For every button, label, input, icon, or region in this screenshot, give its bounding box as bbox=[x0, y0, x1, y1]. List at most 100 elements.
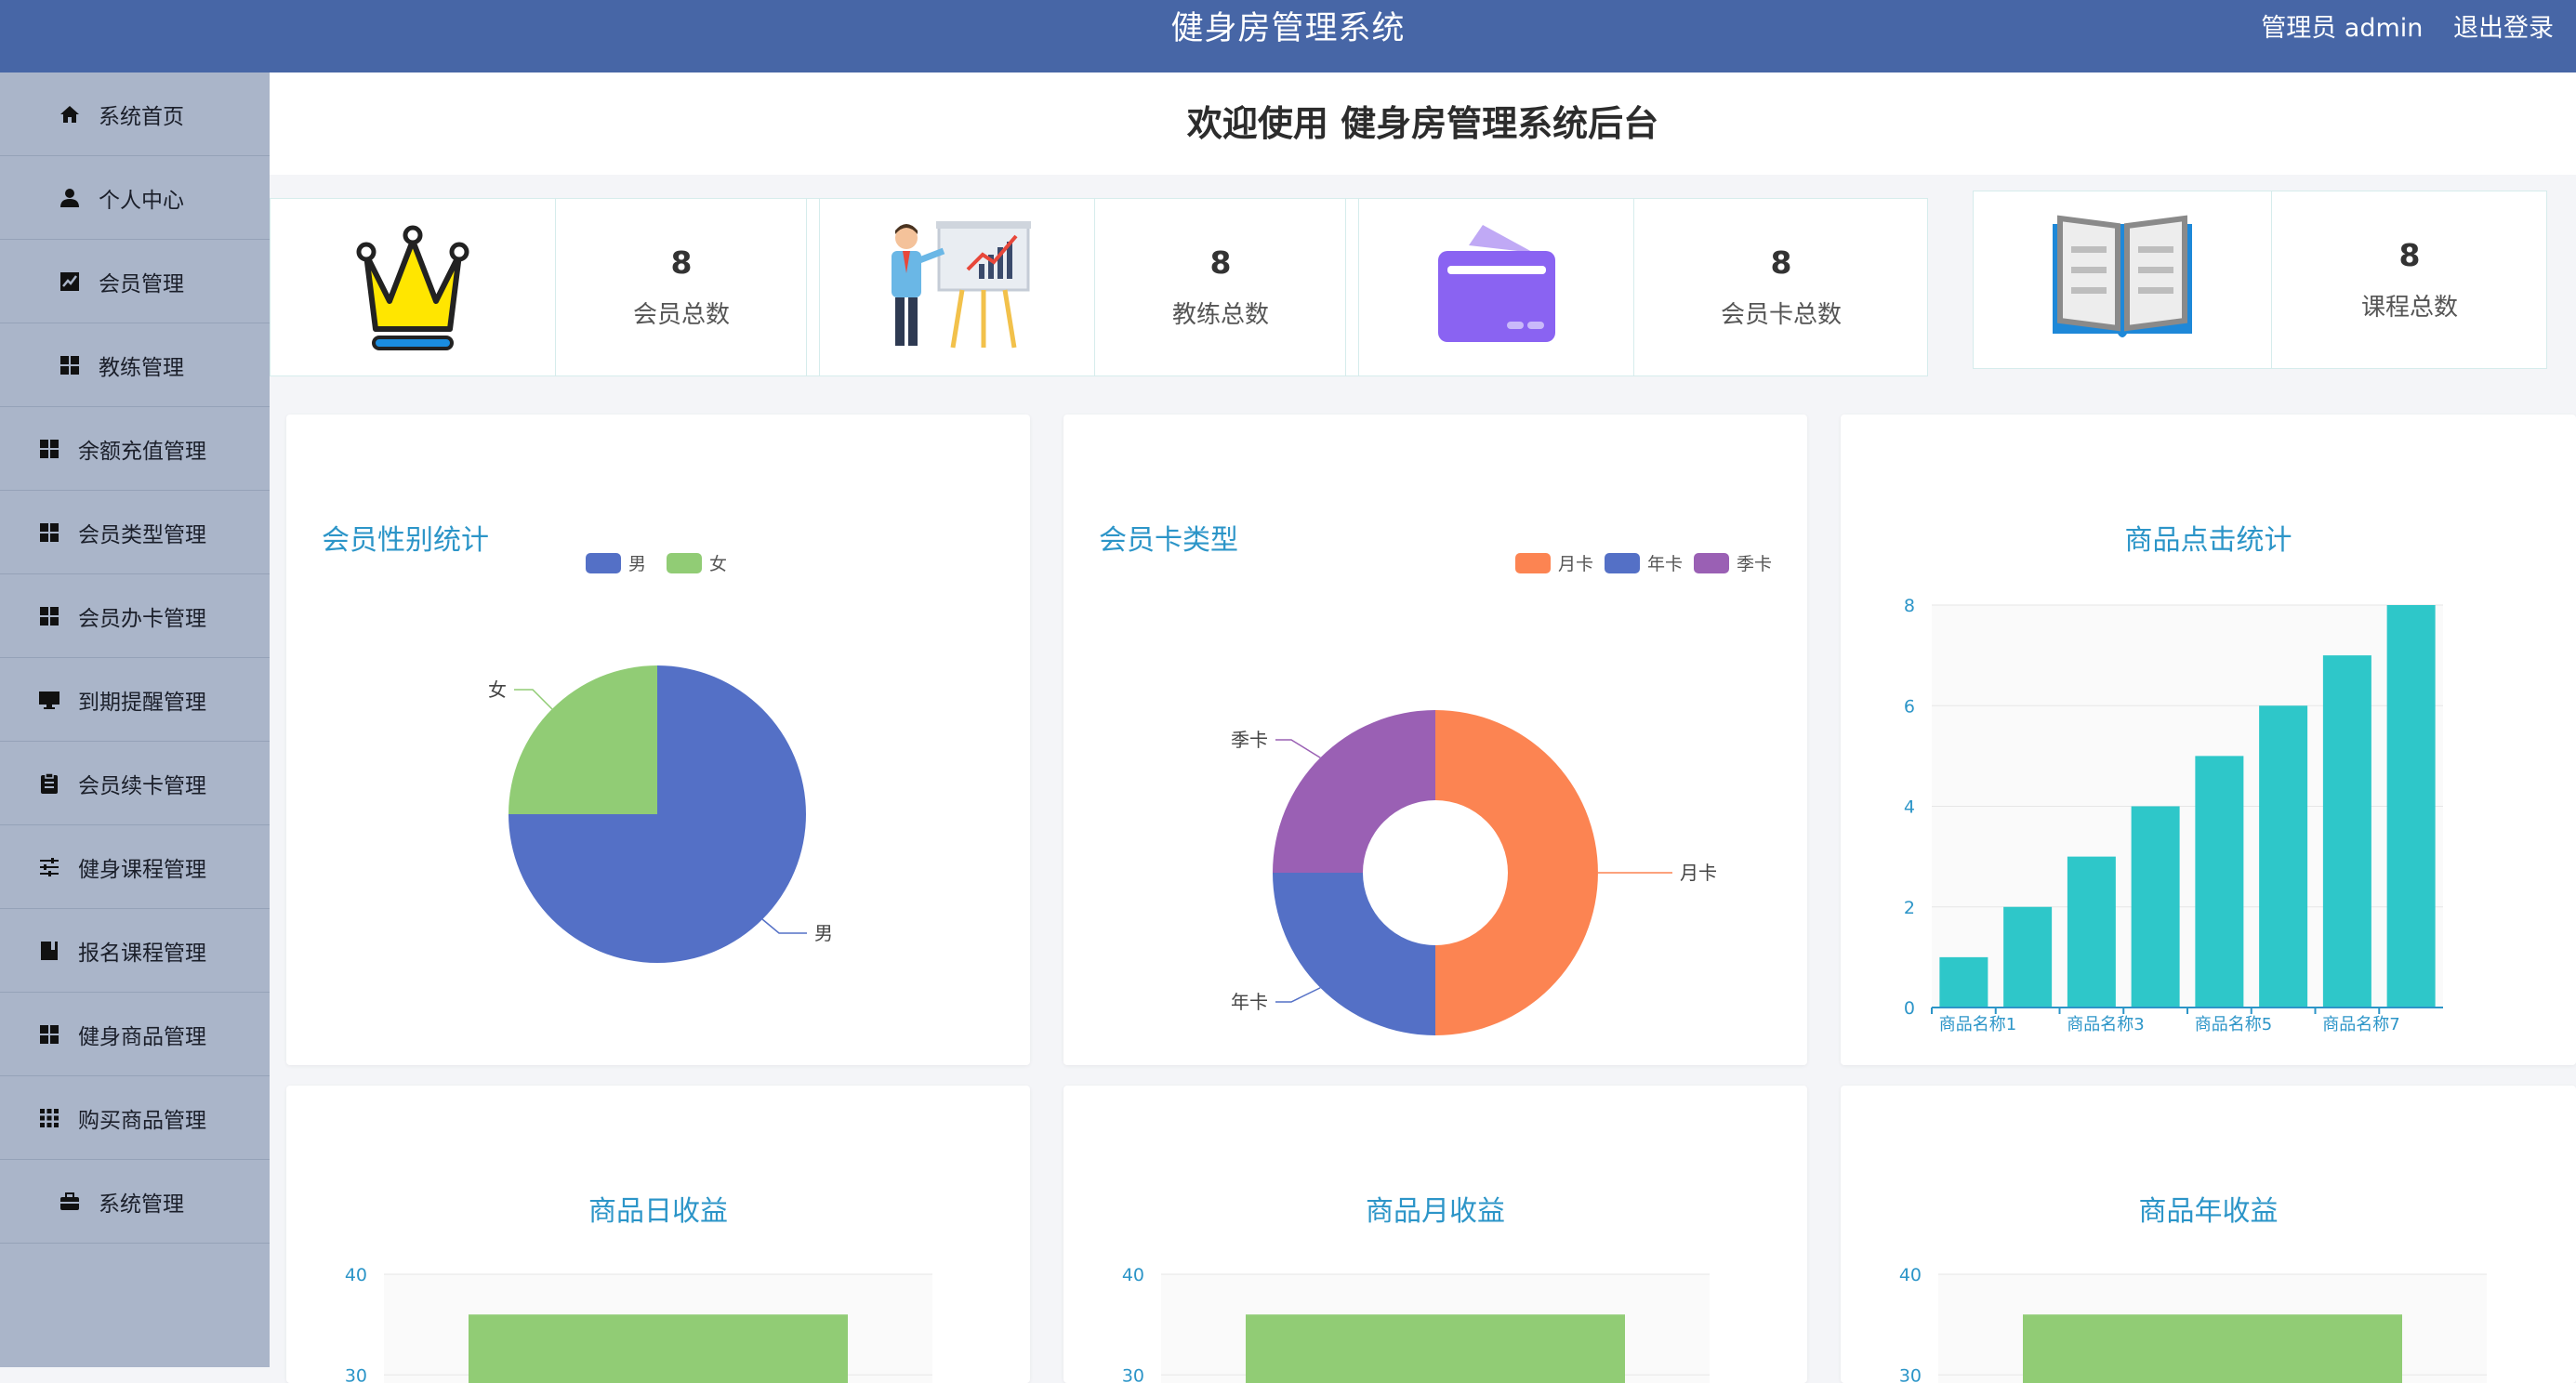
monitor-icon bbox=[33, 684, 65, 716]
y-tick-label: 0 bbox=[1904, 998, 1915, 1019]
y-tick-label: 40 bbox=[1122, 1265, 1144, 1285]
grid-icon bbox=[33, 517, 65, 548]
logout-button[interactable]: 退出登录 bbox=[2453, 14, 2554, 43]
stat-courses: 8 课程总数 bbox=[2271, 191, 2547, 368]
bar[interactable] bbox=[1939, 956, 1988, 1008]
y-tick-label: 2 bbox=[1904, 898, 1915, 918]
pie-label: 月卡 bbox=[1680, 862, 1717, 884]
sidebar-item-12[interactable]: 购买商品管理 bbox=[0, 1076, 270, 1160]
bar[interactable] bbox=[2259, 705, 2308, 1008]
bar[interactable] bbox=[2195, 756, 2244, 1008]
stat-cards: 8 会员卡总数 bbox=[1633, 199, 1928, 375]
sidebar-item-10[interactable]: 报名课程管理 bbox=[0, 909, 270, 993]
book-icon bbox=[33, 935, 65, 967]
sidebar-item-2[interactable]: 会员管理 bbox=[0, 240, 270, 323]
pie-slice[interactable] bbox=[1273, 710, 1435, 873]
bar[interactable] bbox=[2131, 806, 2180, 1008]
sidebar-item-7[interactable]: 到期提醒管理 bbox=[0, 658, 270, 742]
admin-user-label[interactable]: 管理员 admin bbox=[2261, 14, 2423, 43]
user-icon bbox=[54, 182, 86, 214]
bar[interactable] bbox=[2386, 605, 2436, 1008]
sliders-icon bbox=[33, 851, 65, 883]
stat-coaches: 8 教练总数 bbox=[1094, 199, 1346, 375]
sidebar-item-13[interactable]: 系统管理 bbox=[0, 1160, 270, 1244]
chart-icon bbox=[54, 266, 86, 297]
y-tick-label: 6 bbox=[1904, 696, 1915, 717]
bar[interactable] bbox=[2003, 906, 2053, 1008]
y-tick-label: 40 bbox=[345, 1265, 367, 1285]
stat-label: 课程总数 bbox=[2360, 294, 2458, 322]
grid-icon bbox=[33, 433, 65, 465]
sidebar-item-11[interactable]: 健身商品管理 bbox=[0, 993, 270, 1076]
bar[interactable] bbox=[2322, 655, 2371, 1008]
pie-label: 季卡 bbox=[1231, 729, 1268, 751]
bar[interactable] bbox=[2023, 1314, 2402, 1383]
stat-divider bbox=[806, 199, 820, 375]
stat-label: 会员总数 bbox=[632, 301, 730, 329]
pie-slice[interactable] bbox=[509, 665, 657, 814]
product-clicks-card: 商品点击统计 0 2 4 6 8 商品名称1 商品名称3 商品名称5 商品名称7 bbox=[1841, 415, 2576, 1065]
pie-label-line[interactable] bbox=[1275, 987, 1321, 1003]
bar[interactable] bbox=[2067, 856, 2116, 1008]
stat-members: 8 会员总数 bbox=[555, 199, 807, 375]
sidebar-item-9[interactable]: 健身课程管理 bbox=[0, 825, 270, 909]
sidebar-item-6[interactable]: 会员办卡管理 bbox=[0, 574, 270, 658]
presenter-icon bbox=[819, 199, 1095, 375]
stat-value: 8 bbox=[2398, 237, 2421, 273]
main-content: 欢迎使用 健身房管理系统后台 8 会员总数 8 教练总数 8 会员卡总数 8 课… bbox=[270, 72, 2576, 1383]
sidebar-item-3[interactable]: 教练管理 bbox=[0, 323, 270, 407]
sidebar-item-label: 会员办卡管理 bbox=[78, 606, 206, 631]
sidebar-item-8[interactable]: 会员续卡管理 bbox=[0, 742, 270, 825]
stat-label: 教练总数 bbox=[1171, 301, 1269, 329]
pie-label: 年卡 bbox=[1231, 991, 1268, 1013]
grid-icon bbox=[33, 600, 65, 632]
monthly-revenue-card: 商品月收益 40 30 bbox=[1063, 1086, 1807, 1383]
sidebar-item-0[interactable]: 系统首页 bbox=[0, 72, 270, 156]
y-tick-label: 30 bbox=[1122, 1365, 1144, 1383]
sidebar: 系统首页个人中心会员管理教练管理余额充值管理 会员类型管理 会员办卡管理 到期提醒管理… bbox=[0, 72, 270, 1367]
pie-label: 男 bbox=[814, 922, 833, 944]
sidebar-item-label: 到期提醒管理 bbox=[78, 690, 206, 715]
stat-value: 8 bbox=[670, 244, 693, 281]
sidebar-item-label: 个人中心 bbox=[99, 188, 184, 213]
stat-label: 会员卡总数 bbox=[1720, 301, 1842, 329]
app-title: 健身房管理系统 bbox=[1170, 10, 1406, 47]
clipboard-icon bbox=[33, 768, 65, 799]
stat-box-courses: 8 课程总数 bbox=[1973, 191, 2547, 369]
sidebar-item-label: 报名课程管理 bbox=[78, 941, 206, 966]
open-book-icon bbox=[1974, 191, 2271, 368]
sidebar-item-label: 教练管理 bbox=[99, 355, 184, 380]
sidebar-item-label: 会员续卡管理 bbox=[78, 773, 206, 798]
monthly-revenue-bar-chart: 40 30 bbox=[1122, 1265, 1710, 1383]
pie-label-line[interactable] bbox=[761, 918, 807, 934]
sidebar-item-label: 会员类型管理 bbox=[78, 522, 206, 547]
sidebar-item-label: 余额充值管理 bbox=[78, 439, 206, 464]
pie-label-line[interactable] bbox=[514, 689, 553, 710]
card-type-donut-chart: 月卡年卡 季卡 bbox=[1231, 710, 1717, 1035]
sidebar-item-label: 会员管理 bbox=[99, 271, 184, 296]
daily-revenue-card: 商品日收益 40 30 bbox=[286, 1086, 1030, 1383]
sidebar-item-1[interactable]: 个人中心 bbox=[0, 156, 270, 240]
sidebar-item-4[interactable]: 余额充值管理 bbox=[0, 407, 270, 491]
crown-icon bbox=[271, 199, 555, 375]
gender-pie-card: 会员性别统计 男 女 男女 bbox=[286, 415, 1030, 1065]
x-tick-label: 商品名称7 bbox=[2322, 1015, 2399, 1034]
pie-slice[interactable] bbox=[1435, 710, 1598, 1035]
card-type-donut-card: 会员卡类型 月卡 年卡 季卡 月卡 年卡 季卡 bbox=[1063, 415, 1807, 1065]
product-clicks-bar-chart: 0 2 4 6 8 商品名称1 商品名称3 商品名称5 商品名称7 bbox=[1904, 596, 2443, 1034]
sidebar-item-label: 购买商品管理 bbox=[78, 1108, 206, 1133]
pie-label-line[interactable] bbox=[1275, 739, 1321, 758]
welcome-heading: 欢迎使用 健身房管理系统后台 bbox=[270, 72, 2576, 175]
yearly-revenue-bar-chart: 40 30 bbox=[1899, 1265, 2487, 1383]
bar[interactable] bbox=[469, 1314, 848, 1383]
gender-pie-chart: 男女 bbox=[488, 665, 833, 963]
sidebar-item-5[interactable]: 会员类型管理 bbox=[0, 491, 270, 574]
bar[interactable] bbox=[1246, 1314, 1625, 1383]
stat-value: 8 bbox=[1209, 244, 1232, 281]
stat-divider bbox=[1345, 199, 1359, 375]
y-tick-label: 40 bbox=[1899, 1265, 1922, 1285]
grid-icon bbox=[33, 1019, 65, 1050]
pie-slice[interactable] bbox=[1273, 873, 1435, 1035]
home-icon bbox=[54, 99, 86, 130]
sidebar-item-label: 系统首页 bbox=[99, 104, 184, 129]
